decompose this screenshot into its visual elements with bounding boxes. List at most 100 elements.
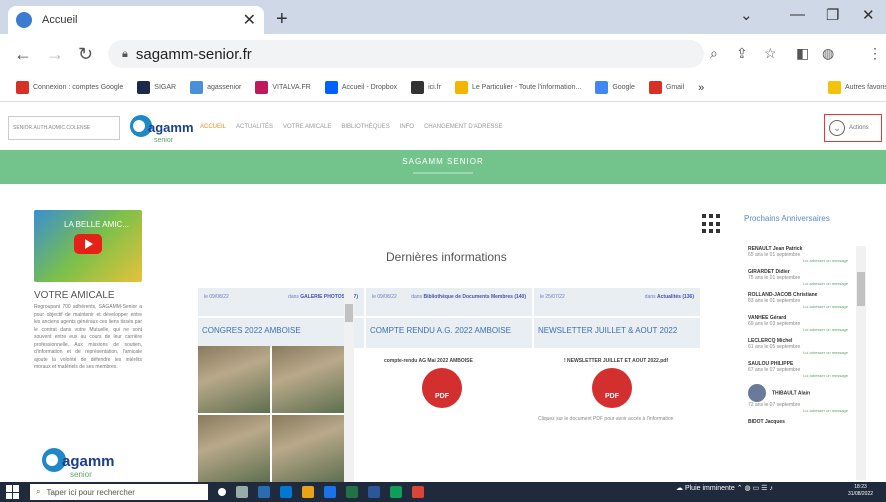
weather-widget[interactable]: ☁ Pluie imminente ⌃ ◍ ▭ ☰ ♪ — [676, 484, 773, 492]
chevron-down-icon: ⌄ — [829, 120, 845, 136]
bookmark-icon — [190, 81, 204, 94]
bookmark-item[interactable]: Accueil - Dropbox — [324, 81, 398, 94]
login-field[interactable]: SENIOR.AUTH.AOMIC.COLENSE — [8, 116, 120, 140]
close-tab-icon[interactable]: ✕ — [243, 10, 256, 30]
excel-icon[interactable] — [346, 486, 358, 498]
card-title[interactable]: CONGRES 2022 AMBOISE — [198, 318, 364, 348]
svg-text:agamm: agamm — [148, 120, 194, 135]
new-tab-icon[interactable]: + — [276, 8, 288, 31]
taskbar-search-input[interactable]: ⌕ Taper ici pour rechercher — [30, 484, 208, 500]
taskbar-app-icon[interactable] — [324, 486, 336, 498]
menu-item-changement-adresse[interactable]: CHANGEMENT D'ADRESSE — [424, 124, 502, 130]
pdf-icon[interactable]: PDF — [422, 368, 462, 408]
video-thumbnail[interactable]: LA BELLE AMIC... — [34, 210, 142, 282]
bookmark-icon — [324, 81, 338, 94]
anniversaries-scrollbar[interactable] — [856, 246, 866, 480]
minimize-icon[interactable]: — — [790, 6, 805, 23]
bookmark-item[interactable]: Connexion : comptes Google — [16, 81, 123, 94]
amicale-text: Regroupant 700 adhérents, SAGAMM-Senior … — [34, 304, 142, 370]
bookmark-icon — [137, 81, 151, 94]
task-view-icon[interactable] — [236, 486, 248, 498]
bookmark-item[interactable]: SIGAR — [137, 81, 176, 94]
cloud-icon: ☁ — [676, 485, 683, 492]
pdf-icon[interactable]: PDF — [592, 368, 632, 408]
sidepanel-icon[interactable]: ◧ — [796, 45, 809, 62]
apps-grid-icon[interactable] — [702, 214, 722, 234]
bookmark-label: Autres favoris — [845, 84, 886, 91]
bookmark-label: Accueil - Dropbox — [341, 84, 398, 91]
list-item: THIBAULT Alain 72 ans le 07 septembre Lui … — [748, 384, 848, 413]
card-scrollbar[interactable] — [344, 288, 354, 482]
taskbar-app-icon[interactable] — [258, 486, 270, 498]
back-icon[interactable]: ← — [14, 44, 32, 65]
tab-search-icon[interactable]: ⌄ — [740, 6, 753, 24]
list-item: RENAULT Jean Patrick 65 ans le 01 septemb… — [748, 246, 848, 263]
share-icon[interactable]: ⇪ — [736, 45, 748, 62]
photo-gallery[interactable] — [198, 346, 344, 482]
menu-item-actualites[interactable]: ACTUALITÉS — [236, 124, 273, 130]
list-item: VANHEE Gérard 69 ans le 03 septembre Lui a… — [748, 315, 848, 332]
avatar — [748, 384, 766, 402]
play-icon[interactable] — [74, 234, 102, 254]
photo[interactable] — [272, 346, 344, 413]
bookmark-icon — [828, 81, 841, 94]
news-card[interactable]: le 09/08/22 dans Bibliothèque de Documen… — [366, 288, 532, 482]
menu-kebab-icon[interactable]: ⋮ — [868, 45, 882, 62]
sagamm-footer-logo: agamm senior — [42, 448, 115, 479]
sagamm-logo[interactable]: agamm senior — [128, 110, 194, 146]
bookmark-icon — [16, 81, 29, 94]
photo[interactable] — [272, 415, 344, 482]
system-clock[interactable]: 18:23 31/08/2022 — [848, 484, 873, 498]
maximize-icon[interactable]: ❐ — [826, 6, 839, 24]
browser-tabstrip: Accueil ✕ + ⌄ — ❐ ✕ — [0, 0, 886, 34]
bookmark-label: Gmail — [665, 84, 685, 91]
bookmark-label: agassenior — [207, 84, 242, 91]
profile-avatar[interactable]: ◍ — [822, 45, 834, 62]
forward-icon[interactable]: → — [46, 44, 64, 65]
bookmark-item[interactable]: VITALVA.FR — [255, 81, 311, 94]
card-title[interactable]: NEWSLETTER JUILLET & AOUT 2022 — [534, 318, 700, 348]
actions-label: Actions — [849, 125, 869, 131]
close-window-icon[interactable]: ✕ — [862, 6, 875, 24]
bookmark-item[interactable]: agassenior — [190, 81, 241, 94]
menu-item-bibliotheques[interactable]: BIBLIOTHÈQUES — [341, 124, 389, 130]
bookmark-item[interactable]: Google — [595, 81, 635, 94]
file-explorer-icon[interactable] — [302, 486, 314, 498]
bookmark-item[interactable]: » — [698, 82, 704, 94]
cortana-icon[interactable] — [218, 488, 226, 496]
photo[interactable] — [198, 415, 270, 482]
bookmark-icon — [648, 81, 662, 94]
bookmark-label: VITALVA.FR — [272, 84, 311, 91]
bookmark-item[interactable]: Le Particulier - Toute l'information... — [454, 81, 581, 94]
bookmark-icon — [411, 81, 425, 94]
bookmark-star-icon[interactable]: ☆ — [764, 45, 777, 62]
chrome-icon[interactable] — [412, 486, 424, 498]
site-banner: SAGAMM SENIOR — [0, 150, 886, 184]
news-card[interactable]: le 09/08/22 dans GALERIE PHOTOS (147) CO… — [198, 288, 364, 482]
video-title: LA BELLE AMIC... — [64, 220, 129, 229]
card-title[interactable]: COMPTE RENDU A.G. 2022 AMBOISE — [366, 318, 532, 348]
menu-item-votre-amicale[interactable]: VOTRE AMICALE — [283, 124, 331, 130]
lock-icon: 🔒︎ — [122, 47, 128, 60]
browser-tab[interactable]: Accueil ✕ — [8, 6, 264, 34]
menu-item-accueil[interactable]: ACCUEIL — [200, 124, 226, 130]
list-item: LECLERCQ Michel 61 ans le 05 septembre Lui… — [748, 338, 848, 355]
reload-icon[interactable]: ↻ — [78, 44, 93, 65]
taskbar-app-icon[interactable] — [390, 486, 402, 498]
edge-icon[interactable] — [280, 486, 292, 498]
pdf-caption[interactable]: ! NEWSLETTER JUILLET ET AOUT 2022.pdf — [556, 358, 676, 364]
word-icon[interactable] — [368, 486, 380, 498]
bookmark-item[interactable]: Gmail — [648, 81, 685, 94]
zoom-icon[interactable]: ⌕ — [710, 45, 718, 62]
bookmark-label: » — [698, 81, 705, 94]
pdf-caption[interactable]: compte-rendu AG Mai 2022 AMBOISE — [384, 358, 473, 364]
menu-item-info[interactable]: INFO — [400, 124, 414, 130]
address-bar[interactable]: 🔒︎ sagamm-senior.fr — [108, 40, 704, 68]
bookmark-item[interactable]: ici.fr — [411, 81, 441, 94]
news-card[interactable]: le 25/07/22 dans Actualités (136) NEWSLE… — [534, 288, 700, 482]
browser-toolbar: ← → ↻ 🔒︎ sagamm-senior.fr ⌕ ⇪ ☆ ◧ ◍ ⋮ — [0, 34, 886, 74]
actions-button[interactable]: ⌄ Actions — [824, 114, 882, 142]
photo[interactable] — [198, 346, 270, 413]
windows-start-icon[interactable] — [6, 485, 20, 499]
bookmark-item[interactable]: Autres favoris — [828, 81, 886, 94]
